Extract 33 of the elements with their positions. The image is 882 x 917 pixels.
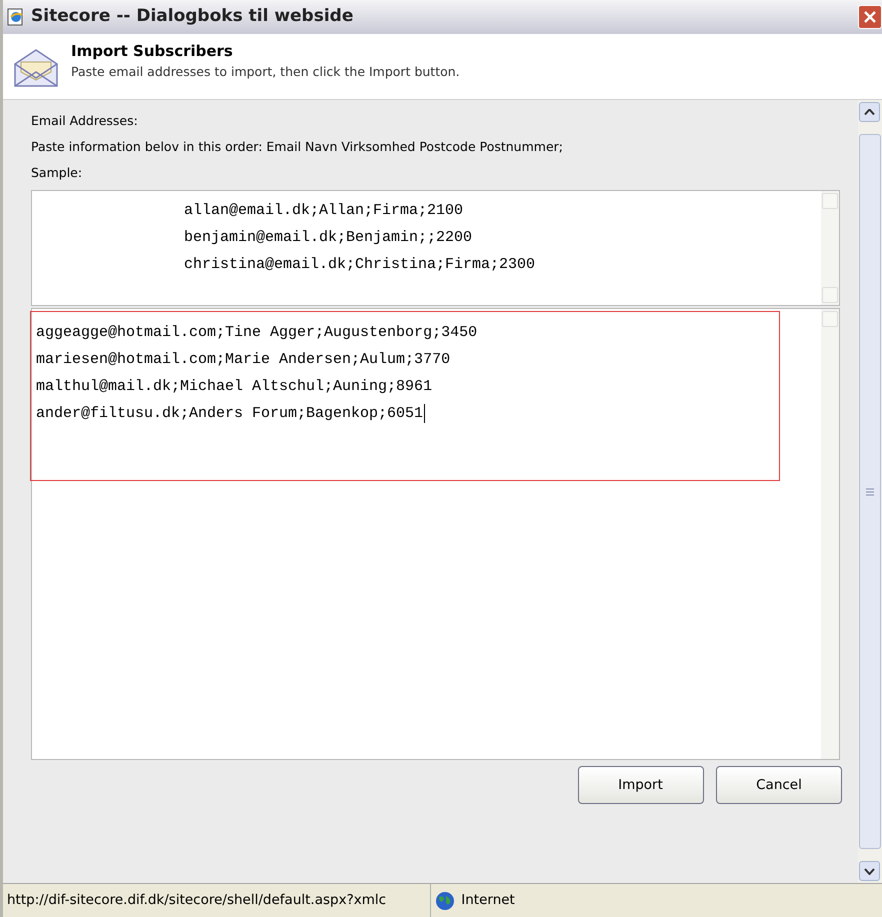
page-scrollbar[interactable] xyxy=(858,100,882,883)
grip-icon xyxy=(866,488,874,496)
scrollbar[interactable] xyxy=(821,191,839,305)
scroll-thumb[interactable] xyxy=(859,134,881,849)
sample-line: allan@email.dk;Allan;Firma;2100 xyxy=(184,201,464,221)
scrollbar[interactable] xyxy=(821,309,839,759)
input-line: malthul@mail.dk;Michael Altschul;Auning;8961 xyxy=(36,377,434,397)
close-icon xyxy=(863,10,877,24)
import-button[interactable]: Import xyxy=(578,766,704,804)
status-url: http://dif-sitecore.dif.dk/sitecore/shell/default.aspx?xmlc xyxy=(7,891,386,910)
envelope-icon xyxy=(13,48,59,88)
field-label: Email Addresses: xyxy=(31,112,139,130)
dialog-title: Import Subscribers xyxy=(71,41,234,62)
input-line: mariesen@hotmail.com;Marie Andersen;Aulum;3770 xyxy=(36,350,452,370)
cancel-button[interactable]: Cancel xyxy=(716,766,842,804)
chevron-up-icon xyxy=(864,108,875,116)
scroll-down-button[interactable] xyxy=(859,861,880,881)
sample-line: benjamin@email.dk;Benjamin;;2200 xyxy=(184,228,474,248)
field-label: Paste information belov in this order: Email Navn Virksomhed Postcode Postnummer; xyxy=(31,138,564,156)
field-label: Sample: xyxy=(31,164,84,182)
close-button[interactable] xyxy=(858,5,882,29)
import-text-area[interactable]: aggeagge@hotmail.com;Tine Agger;Augustenborg;3450 mariesen@hotmail.com;Marie Andersen;Aulum;3770 malthul@mail.dk;Michael Altschul;Auning;8961 ander@filtusu.dk;Anders Forum;Bagenkop;6051 xyxy=(31,308,840,760)
scroll-up-button[interactable] xyxy=(859,102,880,122)
input-line: ander@filtusu.dk;Anders Forum;Bagenkop;6051 xyxy=(36,402,426,425)
globe-icon xyxy=(435,890,455,910)
chevron-down-icon xyxy=(864,868,875,874)
dialog-subtitle: Paste email addresses to import, then click the Import button. xyxy=(71,62,460,81)
input-line: aggeagge@hotmail.com;Tine Agger;Augustenborg;3450 xyxy=(36,323,478,343)
sample-line: christina@email.dk;Christina;Firma;2300 xyxy=(184,255,536,275)
window-icon xyxy=(7,8,25,26)
text-cursor xyxy=(424,404,426,423)
status-zone: Internet xyxy=(461,891,515,910)
window-title: Sitecore -- Dialogboks til webside xyxy=(31,5,354,28)
